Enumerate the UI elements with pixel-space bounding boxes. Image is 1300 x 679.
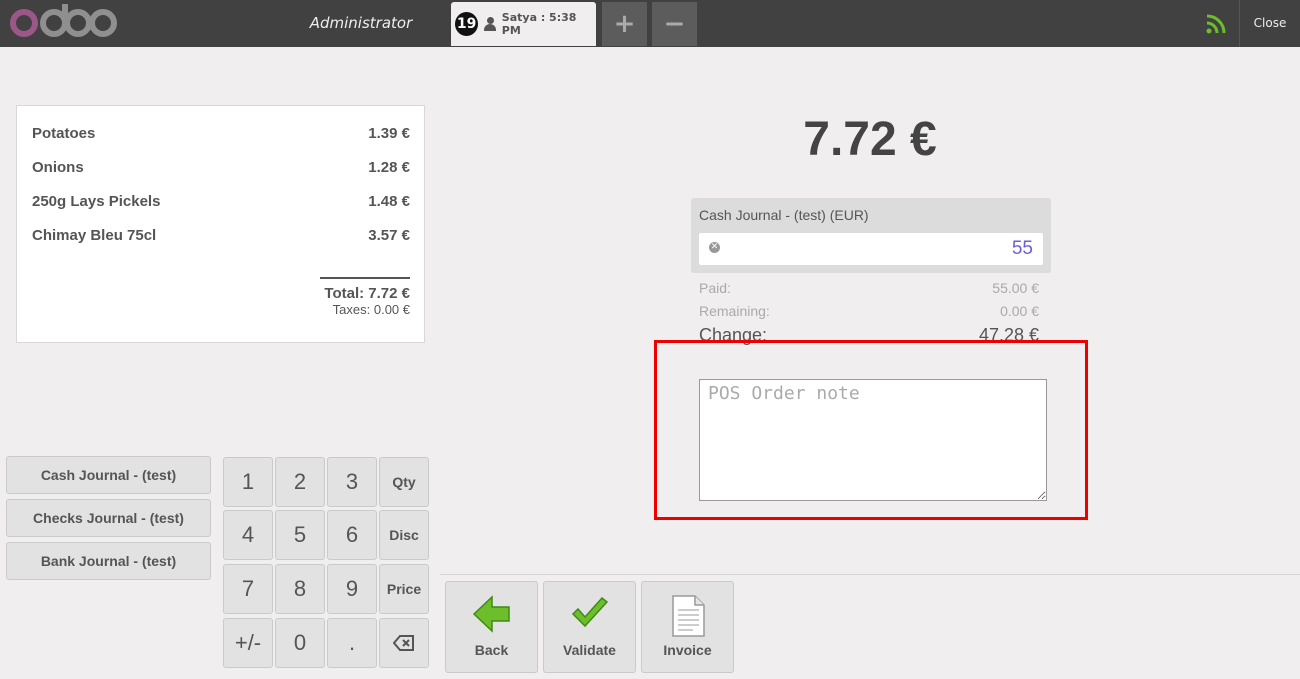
order-line[interactable]: Potatoes 1.39 €: [32, 125, 410, 145]
paymentline-amount: 55: [1011, 238, 1033, 259]
user-icon: [484, 17, 496, 31]
order-tab[interactable]: 19 Satya : 5:38 PM: [451, 2, 596, 46]
order-line-name: Onions: [32, 159, 84, 176]
remaining-value: 0.00 €: [1000, 303, 1039, 319]
backspace-icon: [393, 635, 414, 651]
numpad-price-button[interactable]: Price: [379, 564, 429, 614]
numpad-key-0[interactable]: 0: [275, 618, 325, 668]
numpad-dot[interactable]: .: [327, 618, 377, 668]
delete-order-button[interactable]: −: [652, 2, 697, 46]
order-line[interactable]: Onions 1.28 €: [32, 159, 410, 179]
validate-label: Validate: [563, 642, 616, 658]
numpad-key-6[interactable]: 6: [327, 510, 377, 560]
order-line-name: Chimay Bleu 75cl: [32, 227, 157, 244]
order-tab-label: Satya : 5:38 PM: [501, 11, 577, 37]
order-line[interactable]: Chimay Bleu 75cl 3.57 €: [32, 227, 410, 247]
numpad-key-8[interactable]: 8: [275, 564, 325, 614]
close-button[interactable]: Close: [1239, 0, 1300, 47]
document-icon: [671, 595, 705, 637]
new-order-button[interactable]: +: [602, 2, 647, 46]
invoice-label: Invoice: [663, 642, 712, 658]
back-arrow-icon: [472, 595, 510, 633]
order-summary: Potatoes 1.39 € Onions 1.28 € 250g Lays …: [16, 105, 425, 343]
numpad-backspace[interactable]: [379, 618, 429, 668]
order-taxes: Taxes: 0.00 €: [332, 302, 410, 317]
paymentline-name: Cash Journal - (test) (EUR): [699, 207, 869, 223]
order-totals: Total: 7.72 € Taxes: 0.00 €: [320, 277, 410, 317]
remaining-row: Remaining: 0.00 €: [699, 303, 1039, 319]
amount-due: 7.72 €: [803, 113, 937, 166]
back-button[interactable]: Back: [445, 581, 538, 673]
numpad-disc-button[interactable]: Disc: [379, 510, 429, 560]
numpad: 1 2 3 Qty 4 5 6 Disc 7 8 9 Price +/- 0 .: [222, 456, 432, 670]
numpad-key-9[interactable]: 9: [327, 564, 377, 614]
numpad-qty-button[interactable]: Qty: [379, 457, 429, 507]
payment-method-cash[interactable]: Cash Journal - (test): [6, 456, 211, 494]
numpad-plus-minus[interactable]: +/-: [223, 618, 273, 668]
checkmark-icon: [571, 596, 608, 628]
remaining-label: Remaining:: [699, 303, 770, 319]
payment-method-checks[interactable]: Checks Journal - (test): [6, 499, 211, 537]
paid-row: Paid: 55.00 €: [699, 280, 1039, 296]
order-line-name: Potatoes: [32, 125, 96, 142]
paymentline[interactable]: Cash Journal - (test) (EUR) ✕ 55: [691, 198, 1051, 273]
clear-icon[interactable]: ✕: [709, 242, 720, 253]
highlight-box: [654, 340, 1088, 520]
order-line-price: 1.48 €: [368, 193, 410, 210]
back-label: Back: [474, 642, 509, 658]
order-line-price: 1.28 €: [368, 159, 410, 176]
paid-label: Paid:: [699, 280, 731, 296]
numpad-key-2[interactable]: 2: [275, 457, 325, 507]
invoice-button[interactable]: Invoice: [641, 581, 734, 673]
numpad-key-1[interactable]: 1: [223, 457, 273, 507]
numpad-key-4[interactable]: 4: [223, 510, 273, 560]
odoo-logo: [10, 4, 117, 37]
order-line-price: 3.57 €: [368, 227, 410, 244]
connection-status-icon: [1206, 14, 1226, 34]
paymentline-input[interactable]: ✕ 55: [699, 233, 1043, 265]
order-total: Total: 7.72 €: [324, 285, 410, 302]
validate-button[interactable]: Validate: [543, 581, 636, 673]
paid-value: 55.00 €: [992, 280, 1039, 296]
order-line[interactable]: 250g Lays Pickels 1.48 €: [32, 193, 410, 213]
order-number-badge: 19: [455, 12, 479, 36]
numpad-key-5[interactable]: 5: [275, 510, 325, 560]
order-line-name: 250g Lays Pickels: [32, 193, 161, 210]
order-line-price: 1.39 €: [368, 125, 410, 142]
numpad-key-3[interactable]: 3: [327, 457, 377, 507]
username: Administrator: [309, 14, 413, 32]
numpad-key-7[interactable]: 7: [223, 564, 273, 614]
payment-method-bank[interactable]: Bank Journal - (test): [6, 542, 211, 580]
top-bar: Administrator 19 Satya : 5:38 PM + − Clo…: [0, 0, 1300, 47]
